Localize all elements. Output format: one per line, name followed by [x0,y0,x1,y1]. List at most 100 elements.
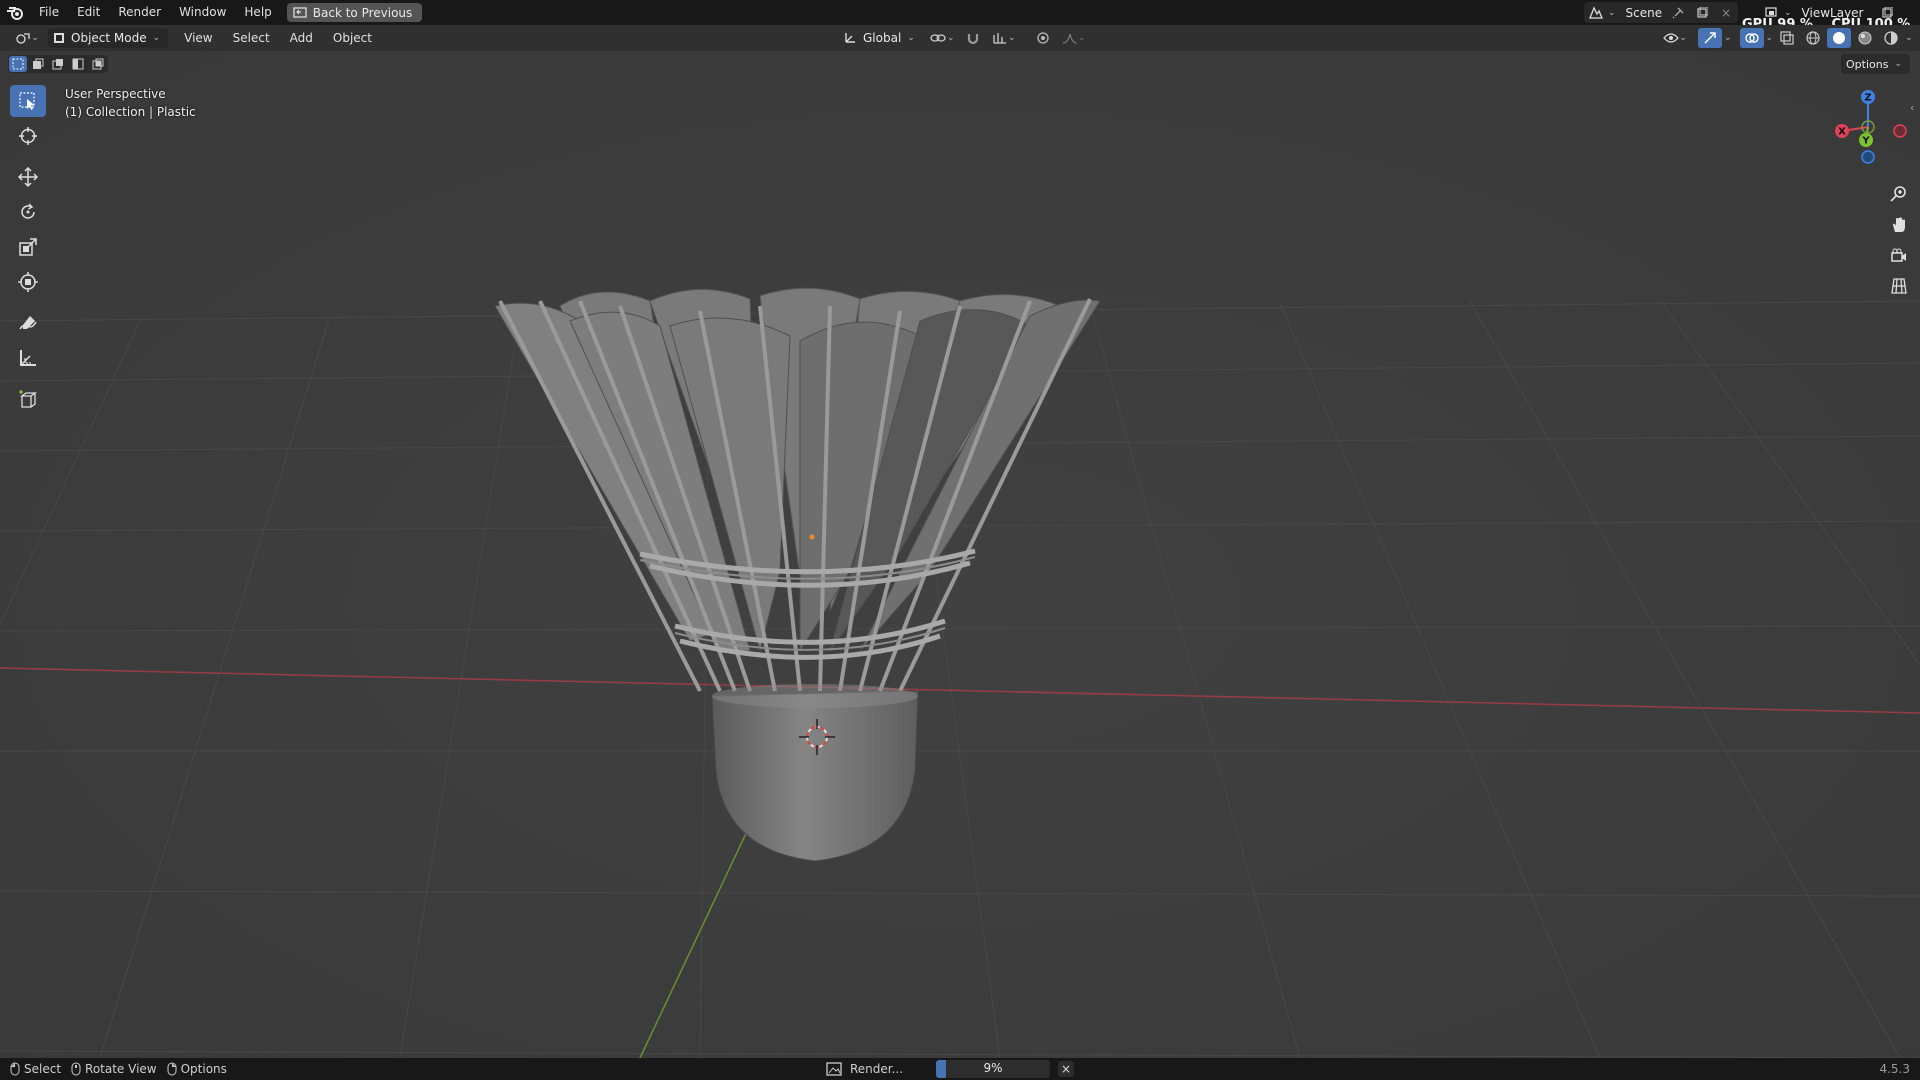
select-new-icon [12,58,24,70]
menu-select[interactable]: Select [223,25,280,51]
scene-name[interactable]: Scene [1626,6,1666,20]
menu-view[interactable]: View [174,25,222,51]
annotate-pencil-icon [19,316,37,330]
render-status-label: Render... [850,1062,904,1076]
grid-perspective-icon [1891,278,1907,294]
render-progress-bar: 9% [936,1060,1050,1078]
back-to-previous-label: Back to Previous [312,5,413,20]
blender-logo-icon[interactable] [0,0,30,25]
transform-orientation-label: Global [863,31,902,45]
select-intersect-button[interactable] [89,56,107,72]
scene-selector[interactable]: ⌄ Scene × [1584,2,1738,23]
menu-window[interactable]: Window [170,0,235,25]
zoom-button[interactable] [1886,181,1912,207]
chevron-down-icon[interactable]: ⌄ [1724,33,1732,43]
render-image-icon [826,1062,842,1076]
solid-shading-button[interactable] [1827,28,1852,48]
cursor-tool[interactable] [10,120,46,152]
options-dropdown[interactable]: Options ⌄ [1841,54,1910,74]
pan-button[interactable] [1886,212,1912,238]
overlays-icon [1744,33,1759,43]
measure-ruler-icon [20,350,36,366]
wireframe-shading-button[interactable] [1801,28,1825,48]
chevron-down-icon[interactable]: ⌄ [1905,33,1913,43]
perspective-label: User Perspective [65,87,166,101]
annotate-tool[interactable] [10,307,46,339]
chevron-down-icon: ⌄ [1784,7,1792,18]
cancel-render-button[interactable]: × [1058,1061,1074,1077]
select-invert-icon [72,58,84,70]
menu-help[interactable]: Help [235,0,280,25]
gizmo-neg-x-axis[interactable] [1893,124,1907,138]
pin-icon[interactable] [1666,3,1690,23]
perspective-toggle-button[interactable] [1886,273,1912,299]
transform-tool[interactable] [10,266,46,298]
add-cube-tool[interactable] [10,383,46,415]
rendered-sphere-icon [1884,31,1898,45]
falloff-curve-icon [1062,33,1078,44]
object-mode-icon [54,33,64,43]
chevron-down-icon: ⌄ [152,33,161,43]
visibility-dropdown[interactable]: ⌄ [1660,28,1690,48]
menu-add[interactable]: Add [280,25,323,51]
overlays-toggle[interactable] [1739,28,1764,48]
options-label: Options [1846,57,1889,71]
mouse-middle-icon [71,1062,81,1076]
proportional-falloff-dropdown[interactable]: ⌄ [1059,28,1089,48]
pivot-link-icon [930,34,946,42]
chevron-down-icon: ⌄ [1608,7,1616,18]
menu-object[interactable]: Object [323,25,382,51]
render-progress: Render... 9% × [826,1060,1074,1078]
camera-view-button[interactable] [1886,243,1912,269]
material-sphere-icon [1858,31,1872,45]
navigation-gizmo[interactable]: Z X Y [1828,87,1908,167]
proportional-editing-toggle[interactable] [1031,28,1055,48]
status-hint-rotate: Rotate View [71,1062,157,1076]
select-new-button[interactable] [9,56,27,72]
select-subtract-button[interactable] [49,56,67,72]
cursor-crosshair-icon [19,127,37,145]
screen-back-icon [293,6,307,18]
chevron-down-icon[interactable]: ⌄ [1766,33,1774,43]
select-extend-button[interactable] [29,56,47,72]
xray-toggle[interactable] [1775,28,1799,48]
camera-icon [1891,248,1906,262]
measure-tool[interactable] [10,342,46,374]
rotate-tool[interactable] [10,196,46,228]
menu-edit[interactable]: Edit [68,0,109,25]
mouse-left-icon [10,1062,20,1076]
add-cube-icon [19,390,37,408]
transform-controls: Global ⌄ ⌄ ⌄ ⌄ [838,28,1089,48]
object-mode-label: Object Mode [71,31,147,45]
select-box-tool[interactable] [10,85,46,117]
object-origin [809,534,815,540]
close-scene-icon[interactable]: × [1714,3,1738,23]
scale-tool[interactable] [10,231,46,263]
menu-file[interactable]: File [30,0,68,25]
solid-sphere-icon [1833,32,1846,44]
pivot-point-button[interactable]: ⌄ [927,28,957,48]
snap-target-dropdown[interactable]: ⌄ [989,28,1019,48]
gizmo-x-label: X [1838,127,1846,138]
sidebar-toggle-arrow-icon[interactable]: ‹ [1910,101,1914,114]
render-progress-text: 9% [983,1061,1003,1075]
move-tool[interactable] [10,161,46,193]
rendered-shading-button[interactable] [1879,28,1903,48]
editor-type-selector[interactable]: ⌄ [12,28,42,48]
gizmo-y-label: Y [1861,136,1870,147]
object-mode-dropdown[interactable]: Object Mode ⌄ [48,28,169,48]
chevron-down-icon: ⌄ [947,33,955,43]
back-to-previous-button[interactable]: Back to Previous [286,3,423,22]
gizmo-toggle[interactable] [1698,28,1722,48]
transform-orientation-dropdown[interactable]: Global ⌄ [838,28,923,48]
menu-render[interactable]: Render [109,0,170,25]
3d-viewport[interactable]: Options ⌄ User Perspective (1) Collectio… [0,51,1920,1058]
snap-toggle[interactable] [961,28,985,48]
select-invert-button[interactable] [69,56,87,72]
collection-label: (1) Collection | Plastic [65,105,196,119]
material-shading-button[interactable] [1853,28,1877,48]
status-hint-select: Select [10,1062,61,1076]
new-scene-icon[interactable] [1690,3,1714,23]
chevron-down-icon: ⌄ [31,33,39,43]
gizmo-neg-z-axis[interactable] [1861,150,1875,164]
